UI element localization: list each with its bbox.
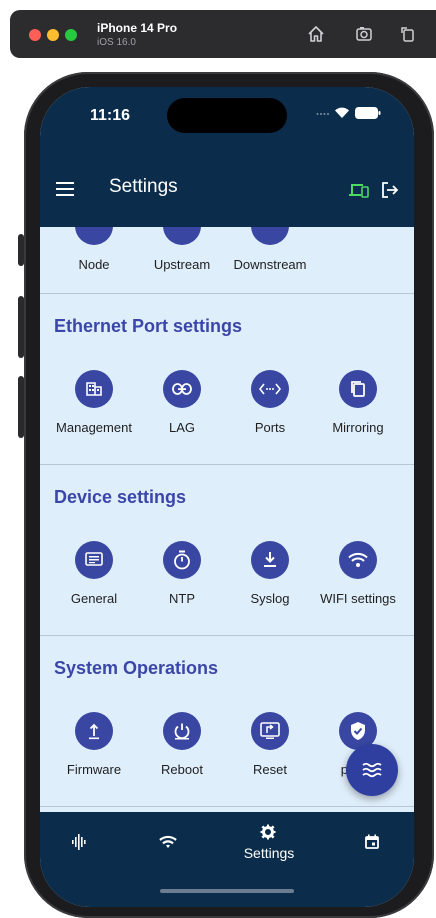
bottom-navigation: Settings [40,812,414,907]
calendar-icon [365,834,379,849]
section-divider [40,293,414,294]
simulator-title-bar: iPhone 14 Pro iOS 16.0 [10,10,436,58]
os-version: iOS 16.0 [97,37,136,48]
tile-mirroring[interactable]: Mirroring [314,370,402,450]
nav-item-signal[interactable] [40,812,120,874]
download-icon [264,552,276,567]
tile-ntp[interactable]: NTP [138,541,226,621]
section-title-system: System Operations [54,658,219,678]
settings-content[interactable]: Node Upstream Downstream Ethernet Port s… [40,227,414,812]
close-window-button[interactable] [29,29,41,41]
tile-firmware[interactable]: Firmware [50,712,138,792]
tile-reset[interactable]: Reset [226,712,314,792]
section-divider [40,464,414,465]
upstream-icon [163,227,201,245]
node-icon [75,227,113,245]
gear-icon [260,824,276,840]
tile-label: WIFI settings [320,591,396,606]
reset-icon [260,722,280,739]
tile-downstream[interactable]: Downstream [226,227,314,287]
signal-icon [72,834,86,850]
power-icon [174,723,190,740]
logout-icon[interactable] [381,181,399,199]
menu-icon[interactable] [56,181,76,197]
nav-item-wifi[interactable] [128,812,208,874]
copy-icon [351,381,365,397]
wifi-status-icon [335,107,349,118]
zoom-window-button[interactable] [65,29,77,41]
tile-general[interactable]: General [50,541,138,621]
floating-action-button[interactable] [346,744,398,796]
upload-icon [89,723,99,740]
volume-up-button [18,296,24,358]
battery-icon [355,107,381,119]
section-divider [40,635,414,636]
tile-label: Mirroring [332,420,384,435]
app-bar: Settings [40,157,414,227]
downstream-icon [251,227,289,245]
tile-label: Downstream [233,257,307,272]
tile-node[interactable]: Node [50,227,138,287]
ports-icon [259,383,281,395]
tile-lag[interactable]: LAG [138,370,226,450]
tile-wifi-settings[interactable]: WIFI settings [314,541,402,621]
nav-item-calendar[interactable] [333,812,413,874]
devices-icon[interactable] [349,182,369,198]
waves-icon [362,762,382,778]
section-divider [40,806,414,807]
status-time: 11:16 [90,107,131,124]
link-icon [172,383,192,395]
mute-switch [18,234,24,266]
tile-ports[interactable]: Ports [226,370,314,450]
section-title-device: Device settings [54,487,187,507]
tile-management[interactable]: Management [50,370,138,450]
rotate-icon[interactable] [398,24,418,44]
volume-down-button [18,376,24,438]
nav-item-settings[interactable]: Settings [229,812,309,874]
minimize-window-button[interactable] [47,29,59,41]
shield-check-icon [351,722,365,740]
home-icon[interactable] [306,24,326,44]
dynamic-island [167,98,287,133]
phone-screen: 11:16 Settings Node Upstream Downstream … [40,87,414,907]
page-title: Settings [109,176,178,197]
list-icon [85,552,103,566]
tile-reboot[interactable]: Reboot [138,712,226,792]
status-bar: 11:16 [40,87,414,157]
nav-label-settings: Settings [243,845,295,861]
wifi-nav-icon [159,835,177,848]
wifi-icon [348,552,368,567]
cellular-signal-icon [316,113,329,115]
tile-syslog[interactable]: Syslog [226,541,314,621]
device-name: iPhone 14 Pro [97,21,178,35]
section-title-ethernet: Ethernet Port settings [54,316,243,336]
screenshot-icon[interactable] [354,24,374,44]
tile-upstream[interactable]: Upstream [138,227,226,287]
building-icon [86,382,102,396]
home-indicator[interactable] [160,889,294,893]
timer-icon [174,550,190,570]
